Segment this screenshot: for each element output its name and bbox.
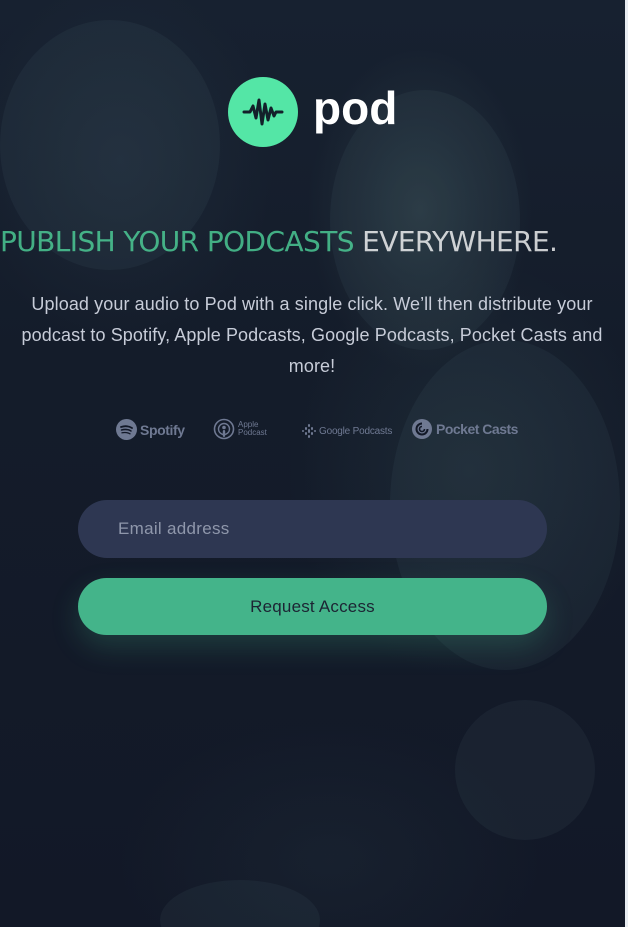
apple-podcast-label: Apple Podcast [238,421,267,437]
apple-podcast-icon [213,418,235,440]
apple-podcast-logo: Apple Podcast [213,418,267,440]
headline-rest: EVERYWHERE. [353,225,558,258]
spotify-logo: Spotify [116,419,185,440]
google-podcasts-label: Google Podcasts [319,425,393,437]
google-podcasts-logo: Google Podcasts [302,424,392,438]
request-access-button[interactable]: Request Access [78,578,547,635]
apple-podcast-label-line2: Podcast [238,428,267,437]
platform-logos: Spotify Apple Podcast Google Podcasts Po… [0,416,628,446]
pocket-casts-logo: Pocket Casts [412,419,518,439]
pocket-casts-icon [412,419,432,439]
headline-accent: PUBLISH YOUR PODCASTS [0,225,354,258]
brand-name: pod [313,82,398,134]
page-description: Upload your audio to Pod with a single c… [21,294,603,376]
google-podcasts-icon [302,424,316,438]
brand-logo: pod [228,77,397,147]
email-field[interactable] [78,500,547,558]
spotify-icon [116,419,137,440]
spotify-label: Spotify [140,421,185,438]
page-headline: PUBLISH YOUR PODCASTS EVERYWHERE. [0,225,628,259]
waveform-icon [228,77,298,147]
pocket-casts-label: Pocket Casts [436,421,518,437]
landing-page: pod PUBLISH YOUR PODCASTS EVERYWHERE. Up… [0,0,628,927]
